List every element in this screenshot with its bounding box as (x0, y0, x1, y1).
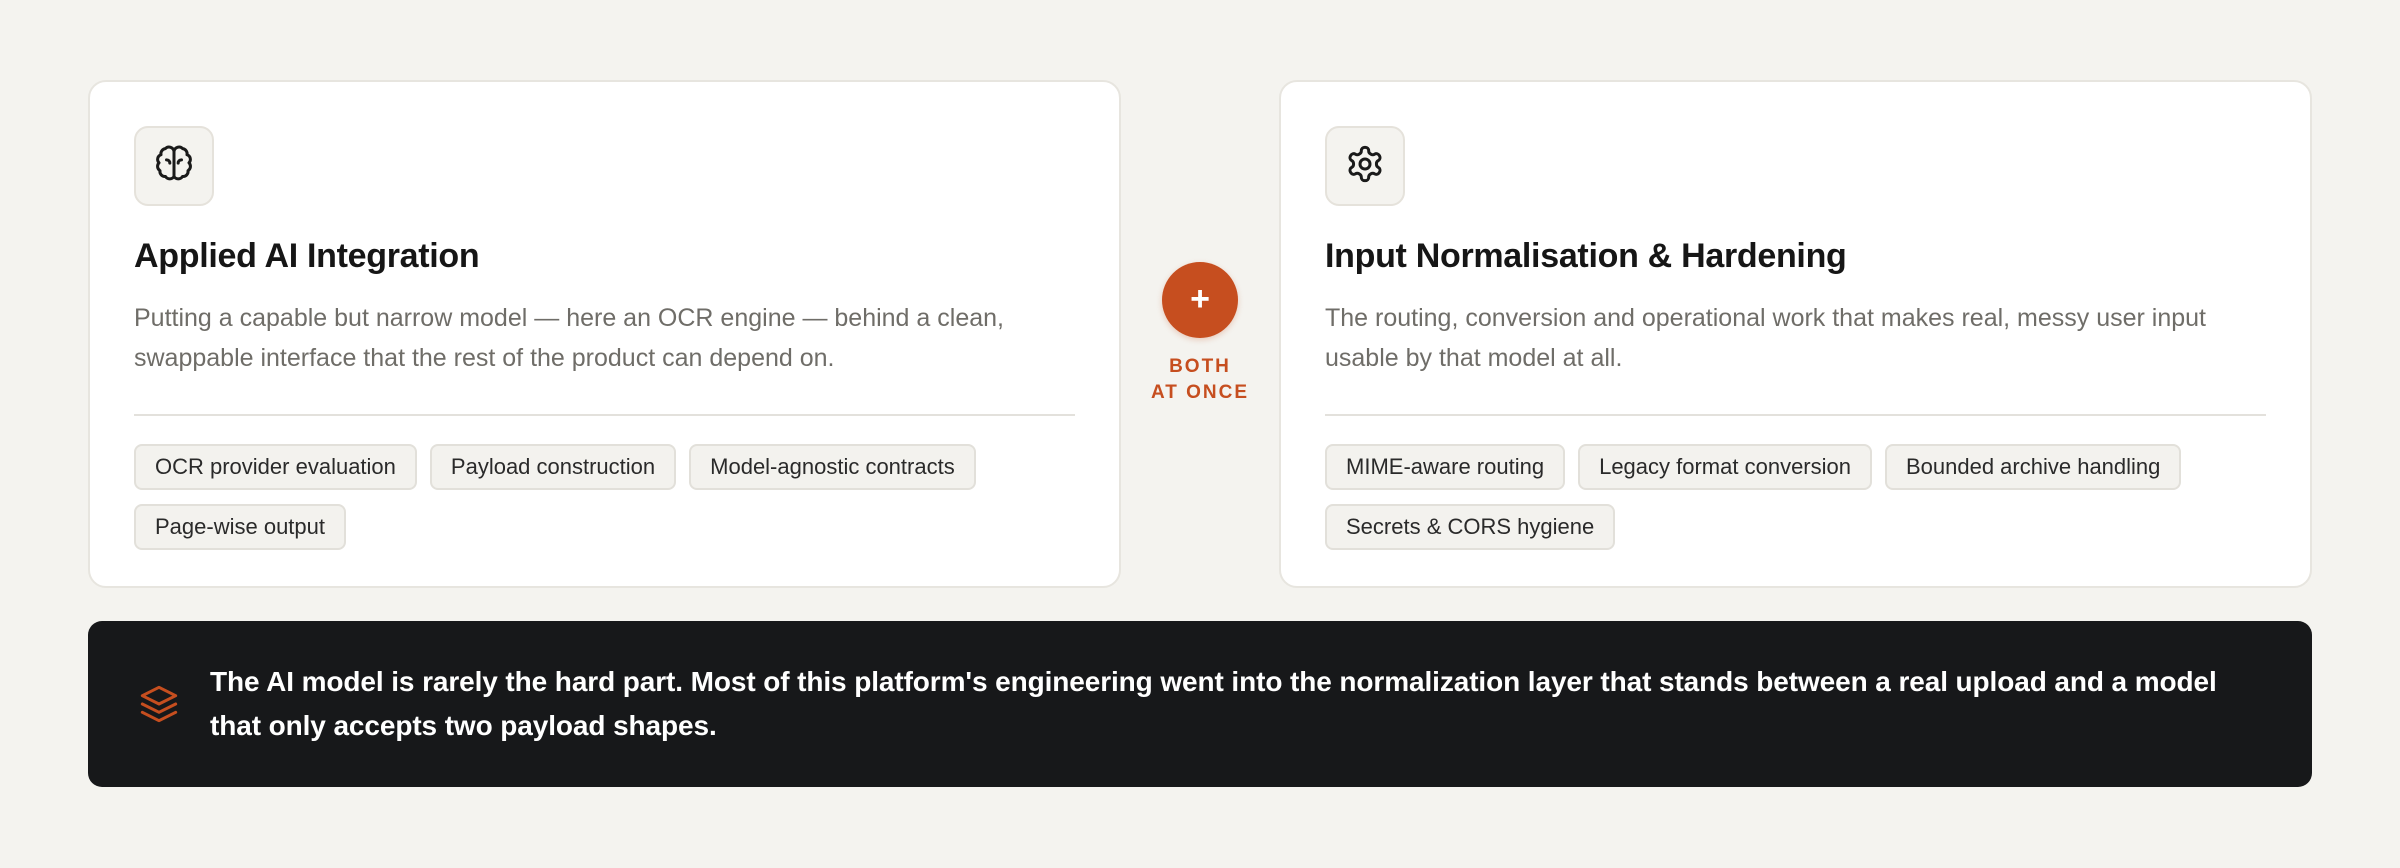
card-input-normalisation: Input Normalisation & Hardening The rout… (1279, 80, 2312, 588)
plus-icon: + (1162, 262, 1238, 338)
card-title: Input Normalisation & Hardening (1325, 237, 1847, 275)
gear-icon (1345, 144, 1385, 189)
card-applied-ai: Applied AI Integration Putting a capable… (88, 80, 1121, 588)
layers-icon (138, 683, 180, 725)
tag-chip: Model-agnostic contracts (689, 444, 976, 490)
card-description: Putting a capable but narrow model — her… (134, 304, 1004, 372)
page-content: Applied AI Integration Putting a capable… (88, 80, 2312, 787)
connector: + BOTH AT ONCE (1121, 80, 1279, 588)
tag-chip: Bounded archive handling (1884, 444, 2182, 490)
connector-label-line2: AT ONCE (1150, 382, 1250, 403)
card-icon-box (134, 126, 214, 206)
connector-label: BOTH AT ONCE (1121, 354, 1279, 406)
card-divider (134, 414, 1075, 416)
connector-label-line1: BOTH (1169, 356, 1231, 377)
card-description: The routing, conversion and operational … (1325, 304, 2207, 372)
summary-banner: The AI model is rarely the hard part. Mo… (88, 621, 2312, 787)
cards-row: Applied AI Integration Putting a capable… (88, 80, 2312, 588)
brain-icon (154, 144, 194, 189)
tag-list: OCR provider evaluation Payload construc… (134, 444, 1084, 550)
card-title: Applied AI Integration (134, 237, 480, 275)
tag-list: MIME-aware routing Legacy format convers… (1325, 444, 2275, 550)
tag-chip: Secrets & CORS hygiene (1325, 504, 1616, 550)
tag-chip: Legacy format conversion (1578, 444, 1872, 490)
tag-chip: MIME-aware routing (1325, 444, 1566, 490)
tag-chip: Page-wise output (134, 504, 346, 550)
card-divider (1325, 414, 2266, 416)
card-icon-box (1325, 126, 1405, 206)
tag-chip: OCR provider evaluation (134, 444, 417, 490)
tag-chip: Payload construction (429, 444, 677, 490)
banner-text: The AI model is rarely the hard part. Mo… (210, 666, 2217, 741)
